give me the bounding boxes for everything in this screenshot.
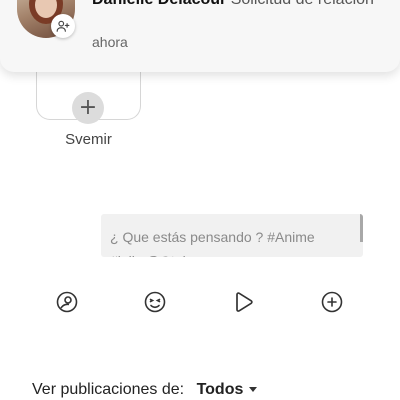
notification-time: ahora [92, 34, 128, 50]
filter-value[interactable]: Todos [197, 381, 244, 398]
filter-label: Ver publicaciones de: [32, 381, 185, 398]
composer-placeholder-line2: #lolis @Otakus [110, 249, 350, 257]
add-icon[interactable] [320, 290, 344, 314]
emoji-icon[interactable] [143, 290, 167, 314]
chevron-down-icon[interactable] [249, 387, 258, 393]
composer-placeholder: ¿ Que estás pensando ? #Anime #lolis @Ot… [110, 225, 350, 257]
notification-text: Danielle Delacour Solicitud de relación [92, 0, 382, 10]
composer-scrollbar[interactable] [360, 214, 363, 242]
notification-sender: Danielle Delacour [92, 0, 226, 8]
posts-filter: Ver publicaciones de: Todos [32, 381, 258, 399]
video-icon[interactable] [232, 290, 256, 314]
story-name: Svemir [65, 131, 112, 148]
post-composer-input[interactable]: ¿ Que estás pensando ? #Anime #lolis @Ot… [101, 214, 363, 257]
story-add-button[interactable]: + [72, 92, 104, 124]
filter-dropdown[interactable]: Todos [189, 381, 258, 398]
composer-placeholder-line1: ¿ Que estás pensando ? #Anime [110, 229, 315, 245]
add-user-icon [51, 14, 75, 38]
notification-message: Solicitud de relación [226, 0, 374, 8]
notification-banner[interactable]: Danielle Delacour Solicitud de relación … [0, 0, 400, 72]
photo-icon[interactable] [55, 290, 79, 314]
